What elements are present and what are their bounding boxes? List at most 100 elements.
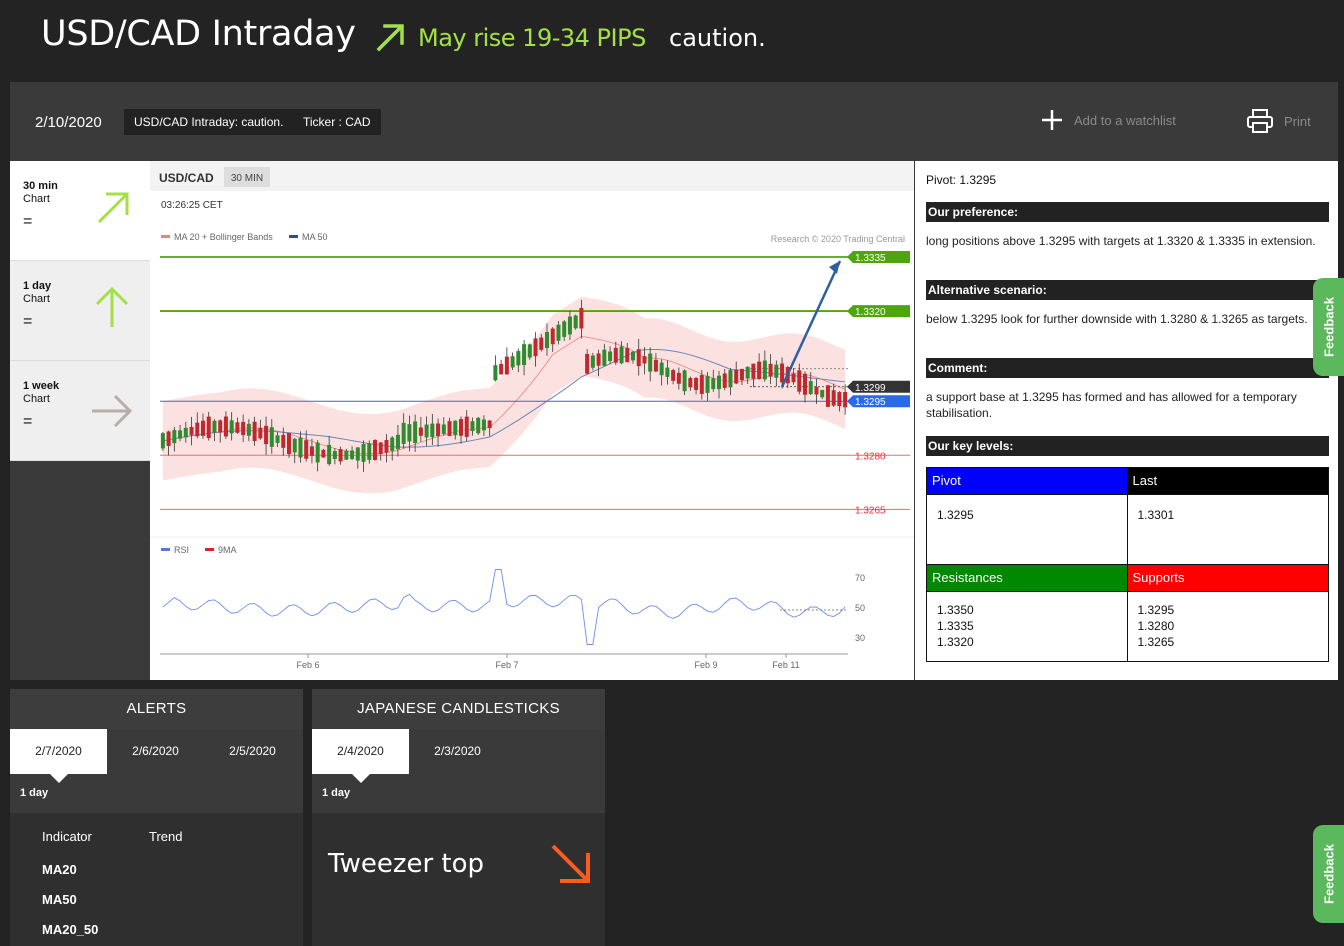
candle-body — [424, 424, 429, 438]
alerts-tabs: 2/7/2020 2/6/2020 2/5/2020 — [10, 729, 303, 783]
candle-body — [453, 420, 458, 436]
resistances-head: Resistances — [927, 565, 1127, 591]
candle-body — [613, 347, 618, 363]
candle-body — [223, 416, 228, 437]
plus-icon — [1042, 110, 1062, 130]
candle-body — [229, 420, 234, 434]
candle-body — [625, 347, 630, 363]
chart-interval: 30 MIN — [231, 173, 263, 184]
candle-body — [200, 420, 206, 436]
feedback-tab[interactable]: Feedback — [1313, 278, 1344, 376]
candle-body — [401, 422, 406, 445]
candle-body — [831, 390, 836, 406]
chart-time: 03:26:25 CET — [161, 200, 223, 211]
candle-body — [378, 442, 383, 455]
timeframe-1week[interactable]: 1 week Chart = — [10, 361, 150, 461]
alternative-heading: Alternative scenario: — [926, 280, 1329, 300]
add-watchlist-button[interactable]: Add to a watchlist — [1040, 108, 1176, 132]
print-button[interactable]: Print — [1246, 108, 1311, 134]
candle-body — [464, 416, 469, 437]
candle-body — [252, 421, 257, 441]
candle-body — [430, 423, 435, 438]
title-tag: USD/CAD Intraday: caution. — [124, 109, 294, 135]
candlesticks-tabs: 2/4/2020 2/3/2020 — [312, 729, 605, 783]
price-chart[interactable]: USD/CAD 30 MIN 03:26:25 CET MA 20 + Boll… — [150, 161, 914, 680]
candle-body — [716, 375, 722, 390]
alerts-tab-1[interactable]: 2/7/2020 — [10, 729, 107, 783]
key-level-tags: 1.3335 1.3320 1.3299 1.3295 1.3280 1.3265 — [847, 251, 910, 516]
candle-body — [745, 366, 750, 379]
candle-body — [206, 416, 211, 439]
level-label: 1.3299 — [855, 383, 886, 394]
alerts-tab-3[interactable]: 2/5/2020 — [204, 729, 301, 774]
candle-body — [808, 381, 813, 395]
candle-body — [550, 328, 555, 345]
candle-body — [843, 391, 848, 408]
candle-body — [797, 370, 802, 392]
bollinger-area — [162, 296, 846, 494]
alerts-widget: ALERTS 2/7/2020 2/6/2020 2/5/2020 1 day … — [10, 689, 303, 946]
candle-body — [384, 439, 389, 453]
last-head: Last — [1127, 468, 1328, 494]
candle-body — [212, 420, 217, 433]
candle-body — [682, 370, 687, 392]
timeframe-label: Chart — [23, 393, 50, 405]
pivot-value: 1.3295 — [927, 494, 1127, 564]
candle-body — [395, 434, 400, 450]
pattern-name: Tweezer top — [328, 849, 485, 879]
candlesticks-tab-1[interactable]: 2/4/2020 — [312, 729, 409, 783]
candle-body — [361, 443, 366, 462]
candle-body — [590, 355, 595, 368]
chart-legend: MA 20 + Bollinger Bands MA 50 — [161, 232, 328, 242]
candle-body — [774, 364, 779, 378]
candle-body — [659, 362, 664, 376]
legend-label: MA 20 + Bollinger Bands — [174, 232, 273, 242]
candle-body — [671, 370, 676, 381]
candle-body — [487, 420, 492, 429]
candle-body — [241, 421, 246, 436]
candle-body — [367, 443, 372, 460]
candle-body — [275, 435, 280, 443]
candle-body — [739, 368, 744, 381]
candle-body — [711, 378, 716, 390]
candle-body — [694, 377, 699, 390]
timeframe-value: = — [23, 413, 33, 430]
candle-body — [768, 363, 773, 377]
resistances-values: 1.3350 1.3335 1.3320 — [927, 591, 1127, 661]
timeframe-1day[interactable]: 1 day Chart = — [10, 261, 150, 361]
status-text: caution. — [669, 24, 766, 52]
toolbar: 2/10/2020 USD/CAD Intraday: caution. Tic… — [10, 82, 1338, 161]
candlesticks-tab-2[interactable]: 2/3/2020 — [409, 729, 506, 774]
resistance-3: 1.3320 — [937, 635, 974, 649]
candle-body — [458, 419, 464, 436]
candle-body — [585, 353, 590, 374]
rsi-pane: 70 50 30 — [162, 569, 865, 645]
candle-body — [172, 429, 177, 444]
candle-body — [447, 421, 452, 436]
candle-body — [286, 433, 292, 455]
feedback-tab-bottom[interactable]: Feedback — [1313, 825, 1344, 923]
candle-body — [734, 369, 739, 384]
pivot-cell: Pivot 1.3295 — [927, 468, 1128, 564]
timeframe-label: Chart — [23, 193, 50, 205]
candle-body — [390, 437, 395, 451]
rsi-legend: RSI 9MA — [161, 545, 237, 555]
candle-body — [309, 446, 314, 456]
bollinger-bands — [162, 296, 846, 494]
candle-body — [269, 427, 274, 447]
candle-body — [619, 346, 624, 364]
timeframe-30min[interactable]: 30 min Chart = — [10, 161, 150, 261]
candle-body — [579, 307, 584, 329]
last-value: 1.3301 — [1127, 494, 1328, 564]
pivot-text: Pivot: 1.3295 — [926, 173, 997, 187]
candle-body — [504, 356, 509, 375]
candle-body — [344, 450, 349, 460]
x-tick-label: Feb 11 — [772, 660, 799, 670]
preference-heading: Our preference: — [926, 202, 1329, 222]
candle-body — [544, 331, 550, 349]
alerts-tab-2[interactable]: 2/6/2020 — [107, 729, 204, 774]
candle-body — [160, 433, 165, 449]
legend-label: MA 50 — [302, 232, 328, 242]
last-cell: Last 1.3301 — [1127, 468, 1328, 564]
level-label: 1.3335 — [855, 253, 886, 264]
